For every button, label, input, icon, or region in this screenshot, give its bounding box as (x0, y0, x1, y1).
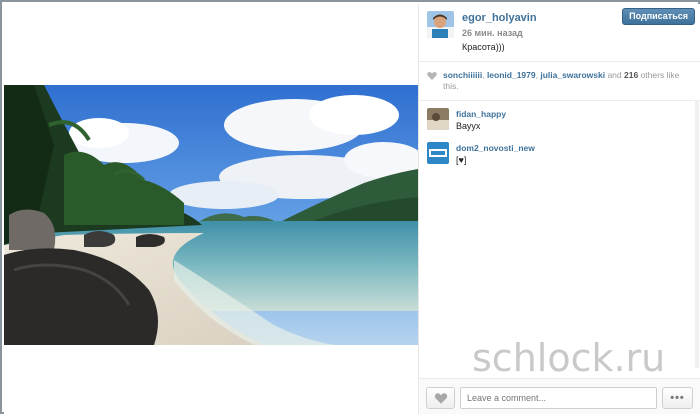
comments-list: fidan_happy Вауух dom2_novosti_new [♥] (419, 104, 700, 172)
likes-count[interactable]: 216 (624, 70, 638, 80)
likes-summary: sonchiiiiii, leonid_1979, julia_swarowsk… (443, 70, 695, 92)
liker-link[interactable]: sonchiiiiii (443, 70, 482, 80)
comment-footer: ••• (419, 378, 700, 414)
comment-username[interactable]: dom2_novosti_new (456, 143, 535, 153)
beach-photo-image (4, 85, 418, 345)
comment-text: Вауух (456, 121, 481, 131)
commenter-avatar[interactable] (427, 108, 449, 130)
liker-link[interactable]: julia_swarowski (540, 70, 605, 80)
comment-item: dom2_novosti_new [♥] (419, 138, 700, 172)
like-button[interactable] (426, 387, 455, 409)
heart-icon (434, 393, 448, 404)
heart-icon (427, 71, 437, 80)
post-caption: Красота))) (462, 42, 505, 52)
follow-button[interactable]: Подписаться (622, 8, 695, 25)
comment-item: fidan_happy Вауух (419, 104, 700, 138)
media-area (4, 4, 418, 414)
author-avatar[interactable] (427, 11, 454, 38)
more-options-button[interactable]: ••• (662, 387, 693, 409)
author-header: egor_holyavin 26 мин. назад Красота))) П… (419, 4, 700, 62)
post-time[interactable]: 26 мин. назад (462, 28, 523, 38)
post-viewer-frame: egor_holyavin 26 мин. назад Красота))) П… (0, 0, 700, 414)
author-username[interactable]: egor_holyavin (462, 12, 537, 24)
comment-username[interactable]: fidan_happy (456, 109, 506, 119)
liker-link[interactable]: leonid_1979 (487, 70, 536, 80)
comment-text: [♥] (456, 155, 467, 165)
post-photo[interactable] (4, 85, 418, 345)
watermark: schlock.ru (472, 336, 666, 380)
comment-input[interactable] (460, 387, 657, 409)
comments-scrollbar[interactable] (695, 100, 699, 368)
likes-and: and (607, 70, 622, 80)
likes-row: sonchiiiiii, leonid_1979, julia_swarowsk… (419, 63, 700, 101)
commenter-avatar[interactable] (427, 142, 449, 164)
